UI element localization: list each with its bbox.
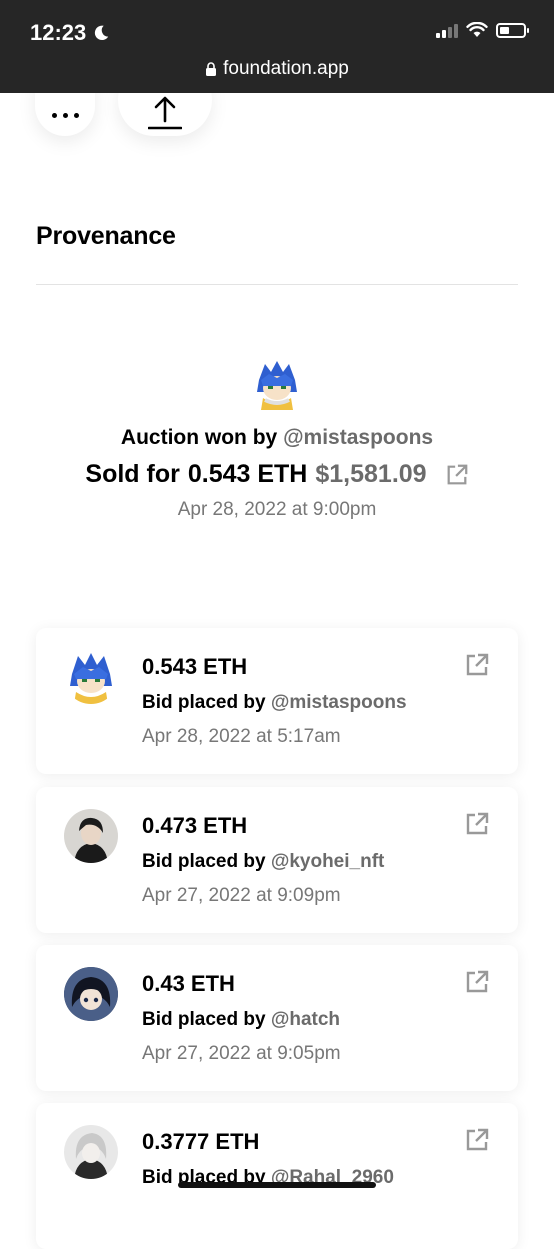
home-indicator[interactable]: [178, 1182, 376, 1188]
bidder-avatar[interactable]: [64, 1125, 118, 1179]
status-time: 12:23: [30, 20, 110, 46]
bid-placed-by: Bid placed by @kyohei_nft: [142, 851, 384, 873]
bid-placed-by-label: Bid placed by: [142, 851, 266, 872]
external-link-icon[interactable]: [464, 811, 490, 837]
share-icon: [148, 96, 182, 130]
bidder-handle-link[interactable]: @mistaspoons: [271, 692, 407, 713]
bid-date: Apr 28, 2022 at 5:17am: [142, 726, 341, 747]
external-link-icon[interactable]: [464, 969, 490, 995]
auction-won-label: Auction won by: [120, 426, 278, 449]
auction-won-line: Auction won by @mistaspoons: [0, 426, 554, 450]
bid-card[interactable]: 0.473 ETH Bid placed by @kyohei_nft Apr …: [36, 787, 518, 933]
address-text: foundation.app: [223, 58, 349, 79]
bidder-handle-link[interactable]: @hatch: [271, 1009, 340, 1030]
wifi-icon: [466, 22, 488, 37]
bid-placed-by-label: Bid placed by: [142, 692, 266, 713]
sold-for-line: Sold for 0.543 ETH $1,581.09: [0, 460, 554, 489]
bid-amount: 0.3777 ETH: [142, 1129, 260, 1154]
external-link-icon[interactable]: [464, 652, 490, 678]
section-divider: [36, 284, 518, 285]
bid-card[interactable]: 0.43 ETH Bid placed by @hatch Apr 27, 20…: [36, 945, 518, 1091]
bid-amount: 0.543 ETH: [142, 654, 248, 679]
bidder-avatar[interactable]: [64, 809, 118, 863]
auction-result: Auction won by @mistaspoons Sold for 0.5…: [0, 358, 554, 521]
sold-eth-value: 0.543 ETH: [187, 460, 308, 488]
provenance-heading: Provenance: [36, 222, 176, 250]
moon-icon: [95, 25, 109, 41]
bid-placed-by-label: Bid placed by: [142, 1009, 266, 1030]
sold-usd-value: $1,581.09: [315, 460, 427, 488]
bid-placed-by: Bid placed by @hatch: [142, 1009, 340, 1031]
status-indicators: [436, 22, 529, 38]
sold-label: Sold for: [85, 460, 180, 488]
bid-amount: 0.43 ETH: [142, 971, 235, 996]
bid-card[interactable]: 0.3777 ETH Bid placed by @Rahal_2960: [36, 1103, 518, 1249]
winner-avatar[interactable]: [251, 358, 303, 410]
bid-placed-by: Bid placed by @mistaspoons: [142, 692, 407, 714]
battery-icon: [496, 22, 529, 38]
bid-card[interactable]: 0.543 ETH Bid placed by @mistaspoons Apr…: [36, 628, 518, 774]
bid-amount: 0.473 ETH: [142, 813, 248, 838]
bid-date: Apr 27, 2022 at 9:05pm: [142, 1043, 341, 1064]
address-bar[interactable]: foundation.app: [0, 58, 554, 80]
more-icon: [51, 112, 79, 118]
bidder-handle-link[interactable]: @kyohei_nft: [271, 851, 385, 872]
winner-handle-link[interactable]: @mistaspoons: [283, 426, 433, 449]
bid-date: Apr 27, 2022 at 9:09pm: [142, 885, 341, 906]
lock-icon: [206, 62, 217, 76]
status-time-text: 12:23: [30, 20, 87, 45]
cellular-signal-icon: [436, 22, 458, 38]
auction-date: Apr 28, 2022 at 9:00pm: [177, 499, 377, 520]
external-link-icon[interactable]: [445, 463, 469, 487]
bidder-avatar[interactable]: [64, 967, 118, 1021]
browser-top-bar: 12:23 foundation.app: [0, 0, 554, 93]
external-link-icon[interactable]: [464, 1127, 490, 1153]
bidder-avatar[interactable]: [64, 650, 118, 704]
